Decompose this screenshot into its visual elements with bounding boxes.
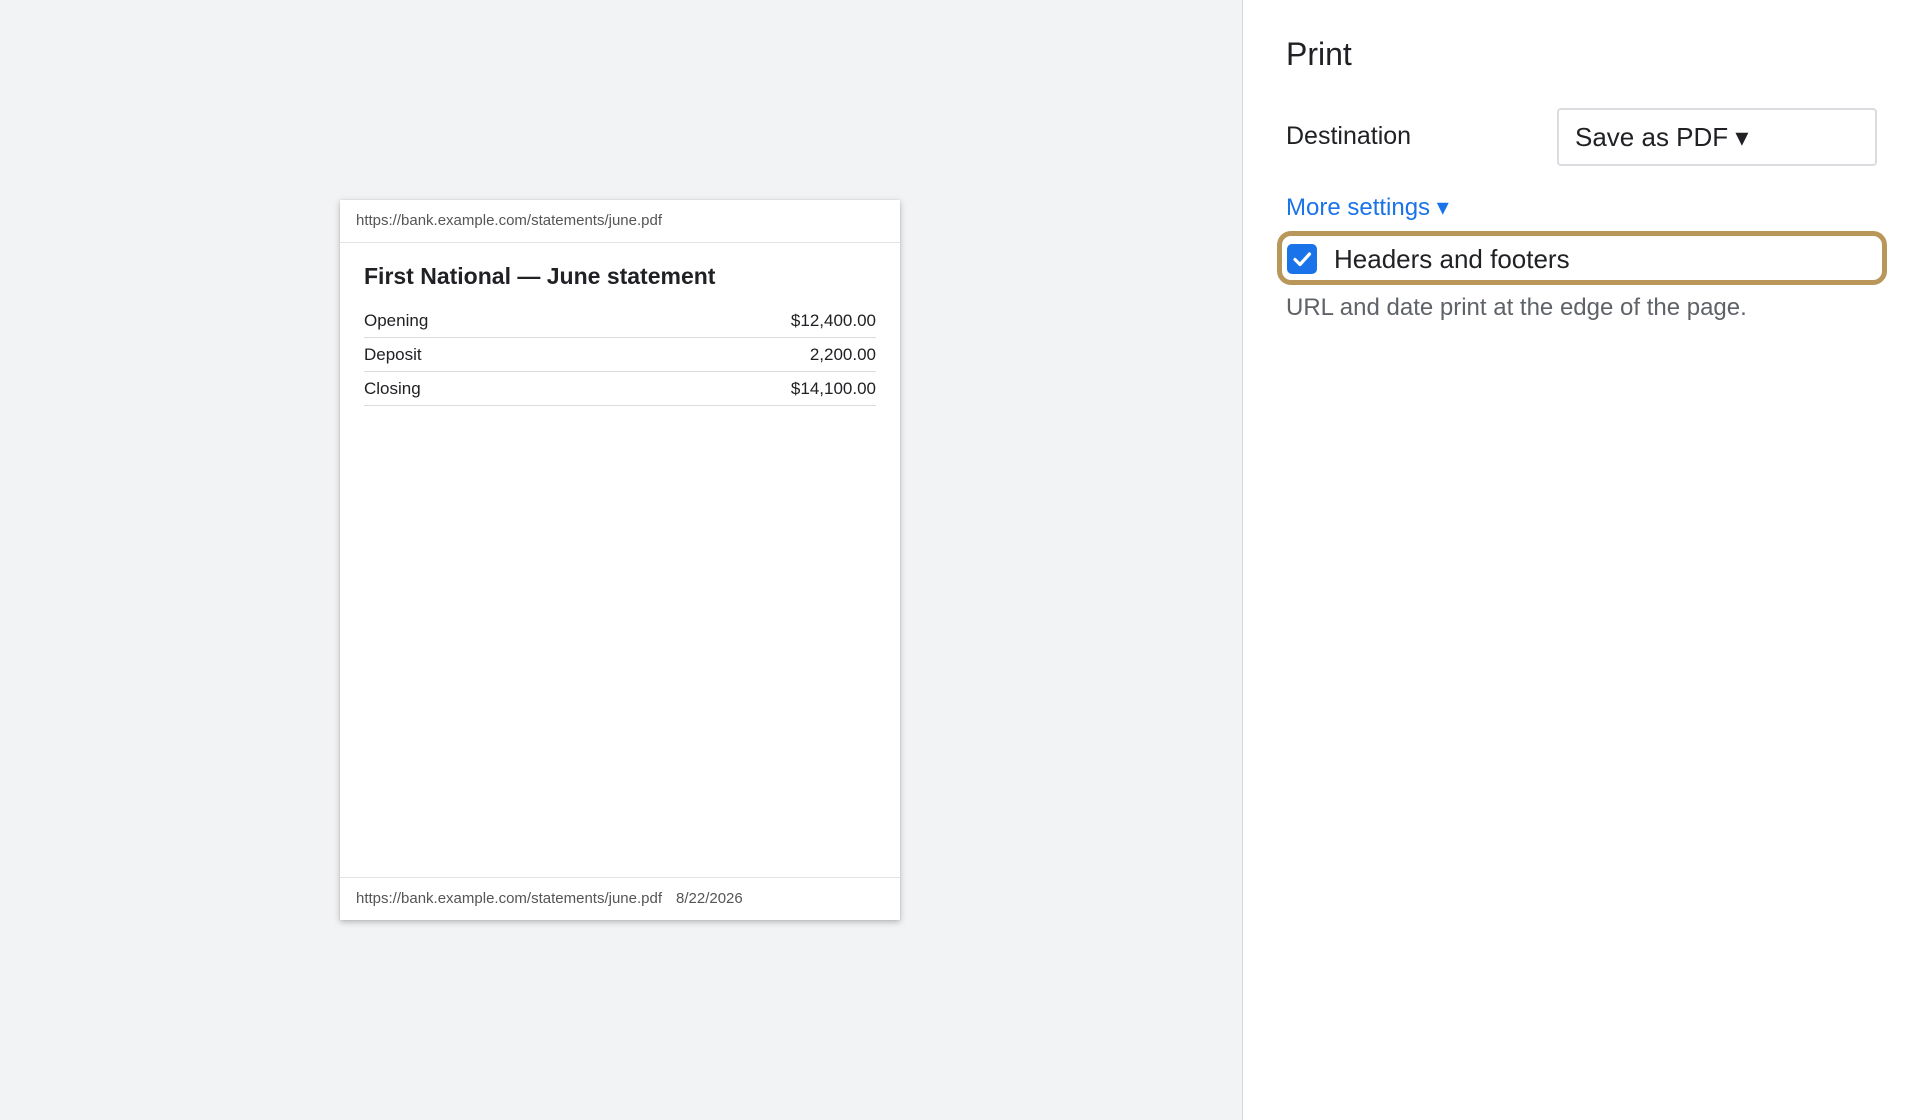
row-amount: $14,100.00 [584, 371, 876, 406]
page-footer-date: 8/22/2026 [676, 890, 743, 907]
document-body: First National — June statement Opening … [364, 262, 876, 406]
row-label: Closing [364, 371, 585, 406]
panel-title: Print [1286, 36, 1352, 72]
destination-label: Destination [1286, 122, 1412, 150]
row-label: Opening [364, 304, 585, 338]
settings-panel: Print Destination Save as PDF ▾ More set… [1242, 0, 1920, 1120]
preview-page: https://bank.example.com/statements/june… [340, 200, 900, 920]
table-row: Deposit 2,200.00 [364, 337, 876, 372]
destination-select[interactable]: Save as PDF ▾ [1557, 108, 1877, 166]
headers-footers-option[interactable]: Headers and footers [1277, 231, 1887, 285]
row-label: Deposit [364, 337, 585, 372]
checkmark-icon [1293, 252, 1312, 267]
page-header-url: https://bank.example.com/statements/june… [340, 200, 900, 243]
more-settings-toggle[interactable]: More settings ▾ [1286, 193, 1449, 222]
page-footer: https://bank.example.com/statements/june… [340, 877, 900, 920]
row-amount: 2,200.00 [584, 337, 876, 372]
document-title: First National — June statement [364, 263, 716, 289]
headers-footers-checkbox[interactable] [1287, 244, 1317, 274]
row-amount: $12,400.00 [584, 304, 876, 338]
print-preview-area: https://bank.example.com/statements/june… [0, 0, 1242, 1120]
print-dialog: https://bank.example.com/statements/june… [0, 0, 1920, 1120]
statement-table: Opening $12,400.00 Deposit 2,200.00 Clos… [364, 304, 876, 406]
headers-footers-label: Headers and footers [1334, 244, 1570, 274]
table-row: Opening $12,400.00 [364, 304, 876, 338]
headers-footers-description: URL and date print at the edge of the pa… [1286, 294, 1747, 321]
table-row: Closing $14,100.00 [364, 371, 876, 406]
page-footer-url: https://bank.example.com/statements/june… [356, 890, 662, 907]
